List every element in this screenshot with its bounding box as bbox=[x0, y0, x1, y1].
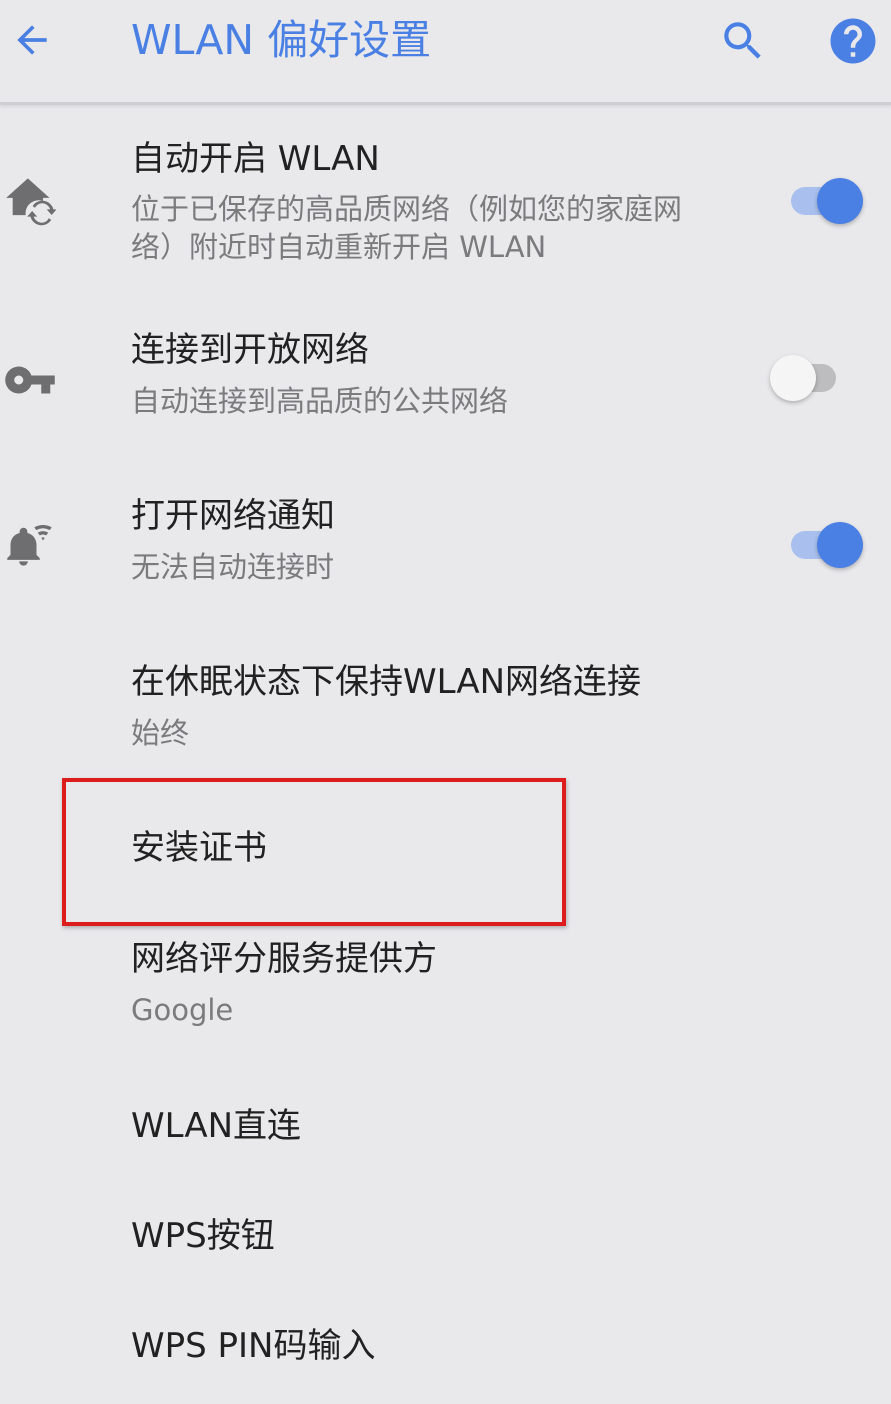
search-button[interactable] bbox=[714, 12, 772, 70]
setting-title: WLAN直连 bbox=[131, 1106, 302, 1146]
setting-wlan-direct[interactable]: WLAN直连 bbox=[0, 1080, 891, 1176]
setting-summary: Google bbox=[131, 993, 234, 1027]
open-network-toggle[interactable] bbox=[770, 353, 850, 403]
app-bar: WLAN 偏好设置 bbox=[0, 0, 891, 105]
setting-open-network[interactable]: 连接到开放网络 自动连接到高品质的公共网络 bbox=[0, 318, 891, 450]
setting-title: WPS PIN码输入 bbox=[131, 1326, 376, 1366]
setting-title: 连接到开放网络 bbox=[131, 330, 369, 370]
auto-wlan-toggle[interactable] bbox=[783, 176, 863, 226]
notification-wifi-icon bbox=[0, 514, 60, 574]
help-button[interactable] bbox=[824, 12, 882, 70]
setting-title: 打开网络通知 bbox=[131, 496, 335, 536]
back-button[interactable] bbox=[4, 10, 60, 70]
network-notify-toggle[interactable] bbox=[783, 520, 863, 570]
setting-network-rating-provider[interactable]: 网络评分服务提供方 Google bbox=[0, 926, 891, 1056]
setting-wps-button[interactable]: WPS按钮 bbox=[0, 1190, 891, 1286]
setting-keep-wlan-sleep[interactable]: 在休眠状态下保持WLAN网络连接 始终 bbox=[0, 650, 891, 770]
switch-thumb bbox=[817, 522, 863, 568]
key-icon bbox=[0, 350, 60, 410]
page-title: WLAN 偏好设置 bbox=[131, 16, 432, 64]
setting-title: 在休眠状态下保持WLAN网络连接 bbox=[131, 662, 642, 702]
setting-wps-pin-entry[interactable]: WPS PIN码输入 bbox=[0, 1300, 891, 1396]
setting-install-certificates[interactable]: 安装证书 bbox=[0, 790, 891, 910]
setting-title: 安装证书 bbox=[131, 828, 267, 868]
setting-title: WPS按钮 bbox=[131, 1216, 275, 1256]
setting-title: 网络评分服务提供方 bbox=[131, 939, 437, 979]
arrow-back-icon bbox=[17, 25, 47, 55]
search-icon bbox=[724, 22, 761, 59]
setting-auto-wlan[interactable]: 自动开启 WLAN 位于已保存的高品质网络（例如您的家庭网络）附近时自动重新开启… bbox=[0, 118, 891, 288]
help-icon bbox=[830, 18, 876, 64]
setting-summary: 无法自动连接时 bbox=[131, 550, 335, 584]
setting-summary: 始终 bbox=[131, 716, 190, 750]
home-sync-icon bbox=[0, 170, 60, 230]
switch-thumb bbox=[817, 178, 863, 224]
setting-network-notify[interactable]: 打开网络通知 无法自动连接时 bbox=[0, 484, 891, 614]
setting-summary: 位于已保存的高品质网络（例如您的家庭网络）附近时自动重新开启 WLAN bbox=[131, 192, 683, 264]
switch-thumb bbox=[770, 355, 816, 401]
setting-title: 自动开启 WLAN bbox=[131, 139, 380, 179]
setting-summary: 自动连接到高品质的公共网络 bbox=[131, 384, 509, 418]
